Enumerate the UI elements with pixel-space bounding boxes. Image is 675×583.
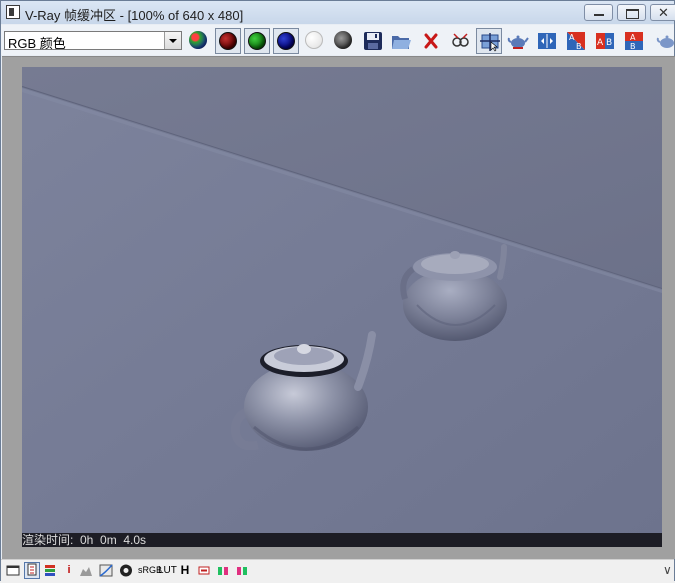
alpha-channel-button[interactable] [331, 28, 357, 54]
green-channel-button[interactable] [244, 28, 270, 54]
svg-text:A: A [597, 38, 604, 48]
status-bar: 渲染时间: 0h 0m 4.0s [22, 533, 662, 547]
title-bar[interactable]: V-Ray 帧缓冲区 - [100% of 640 x 480] ✕ [1, 1, 675, 24]
display-window-button[interactable] [6, 563, 20, 578]
red-pixel-button[interactable] [197, 563, 211, 578]
history-a-button[interactable]: A B [563, 28, 589, 54]
minimize-icon [594, 14, 604, 16]
history-a-icon: A B [567, 32, 585, 51]
clear-button[interactable] [418, 28, 444, 54]
curve-icon [99, 564, 113, 577]
bottom-toolbar: i sRGB LUT H ∨ [1, 559, 674, 581]
history-b-button[interactable]: A B [592, 28, 618, 54]
rendered-image [22, 67, 662, 533]
levels-button[interactable] [79, 563, 93, 578]
open-folder-icon [392, 36, 411, 49]
clamp-color-icon [218, 567, 228, 575]
green-channel-icon [248, 32, 266, 50]
curve-button[interactable] [99, 563, 113, 578]
minimize-button[interactable] [584, 4, 613, 21]
window-title: V-Ray 帧缓冲区 - [100% of 640 x 480] [25, 8, 244, 23]
alpha-channel-icon [334, 31, 352, 49]
expand-chevron-icon[interactable]: ∨ [663, 563, 672, 577]
render-time-text: 渲染时间: 0h 0m 4.0s [22, 533, 147, 547]
mono-button[interactable] [302, 28, 328, 54]
exposure-button[interactable] [119, 563, 133, 578]
svg-text:B: B [576, 42, 582, 51]
svg-text:A: A [569, 33, 575, 42]
vray-frame-buffer-window: V-Ray 帧缓冲区 - [100% of 640 x 480] ✕ RGB 颜… [0, 0, 675, 581]
track-mouse-icon [452, 33, 469, 47]
chevron-down-icon[interactable] [164, 32, 181, 49]
display-window-icon [6, 565, 20, 576]
rgb-channels-icon [189, 31, 207, 49]
blue-channel-button[interactable] [273, 28, 299, 54]
exposure-icon [120, 564, 132, 577]
clamp-color-button[interactable] [216, 563, 230, 578]
close-icon: ✕ [658, 5, 669, 20]
channel-select-value: RGB 颜色 [8, 36, 66, 51]
region-render-icon [480, 33, 500, 52]
history-b-icon: A B [596, 33, 614, 49]
toolbar: RGB 颜色 A B A B A B [1, 25, 674, 55]
teapot-far [400, 244, 507, 341]
color-corrections-icon [27, 563, 37, 576]
red-channel-icon [219, 32, 237, 50]
layers-button[interactable] [43, 563, 57, 578]
render-button[interactable] [505, 28, 531, 54]
srgb-toggle[interactable]: sRGB [138, 563, 162, 578]
overflow-button[interactable] [652, 28, 674, 54]
render-teapot-icon [507, 35, 529, 49]
red-pixel-icon [198, 566, 210, 575]
history-ab-button[interactable]: A B [621, 28, 647, 54]
svg-text:A: A [630, 33, 636, 42]
rgb-channels-button[interactable] [186, 28, 212, 54]
info-button[interactable]: i [62, 563, 76, 578]
red-channel-button[interactable] [215, 28, 241, 54]
maximize-button[interactable] [617, 4, 646, 21]
save-button[interactable] [360, 28, 386, 54]
track-mouse-button[interactable] [447, 28, 473, 54]
maximize-icon [626, 9, 639, 19]
levels-icon [80, 567, 92, 576]
app-icon [6, 5, 20, 19]
ab-compare-button[interactable] [534, 28, 560, 54]
ab-compare-icon [538, 33, 556, 49]
render-viewport[interactable]: 渲染时间: 0h 0m 4.0s [2, 56, 675, 559]
stereo-button[interactable] [235, 563, 249, 578]
overflow-teapot-icon [656, 35, 674, 48]
layers-icon [45, 565, 55, 576]
svg-text:B: B [606, 38, 612, 48]
stereo-icon [237, 567, 247, 575]
region-render-button[interactable] [476, 28, 502, 54]
open-button[interactable] [388, 28, 414, 54]
histogram-toggle[interactable]: H [178, 563, 192, 578]
save-icon [364, 32, 382, 50]
white-mono-icon [305, 31, 323, 49]
channel-select[interactable]: RGB 颜色 [4, 31, 182, 51]
lut-toggle[interactable]: LUT [158, 563, 177, 578]
close-button[interactable]: ✕ [650, 4, 675, 21]
svg-text:B: B [630, 42, 636, 51]
color-corrections-button[interactable] [24, 562, 40, 579]
history-ab-icon: A B [625, 32, 643, 51]
clear-icon [424, 33, 438, 49]
blue-channel-icon [277, 32, 295, 50]
